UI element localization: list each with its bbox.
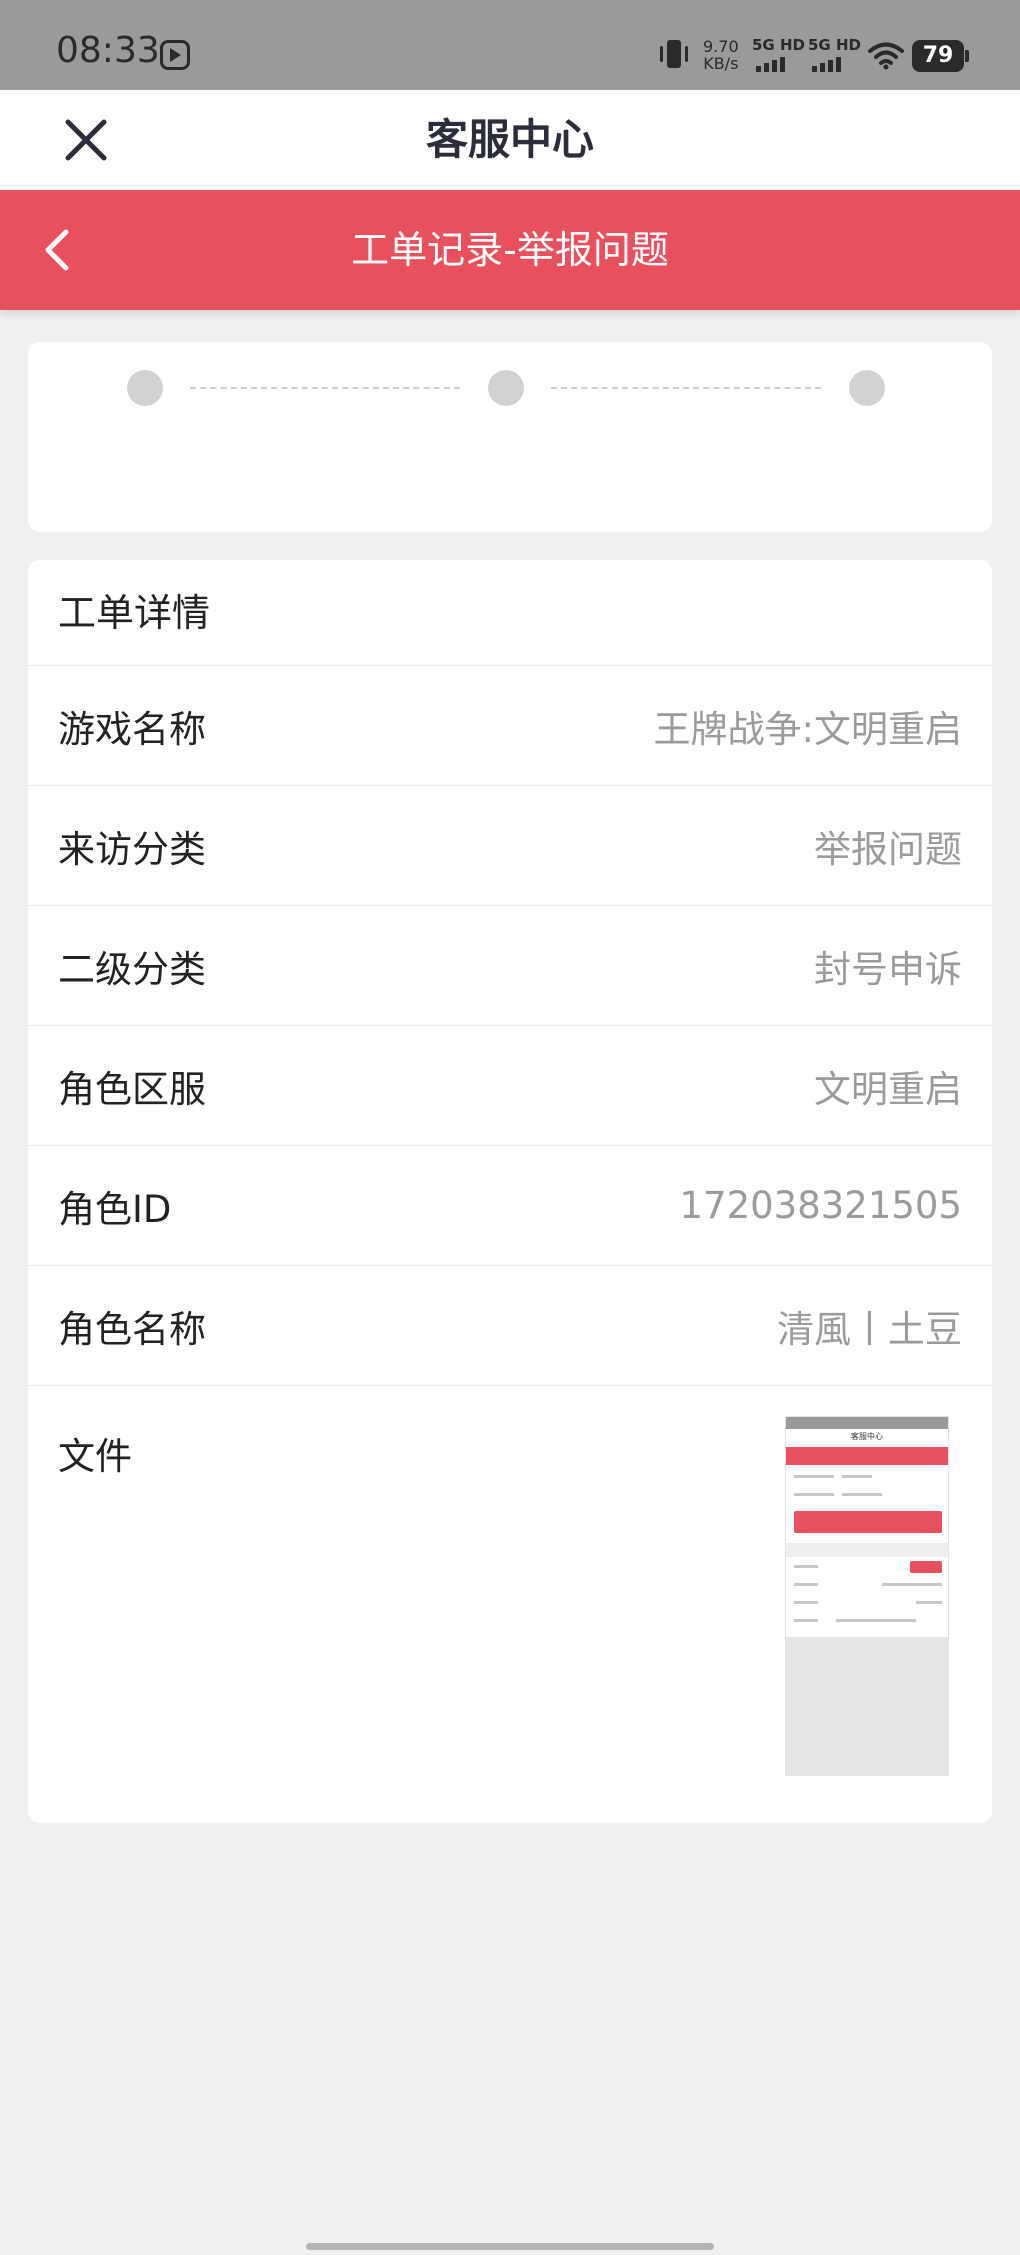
thumbnail-text-line: [842, 1475, 872, 1478]
thumbnail-header: [786, 1447, 948, 1465]
signal-sim2: 5G HD: [808, 36, 864, 72]
thumbnail-text-line: [916, 1601, 942, 1604]
network-speed-value: 9.70: [703, 37, 739, 56]
row-label: 角色名称: [58, 1307, 206, 1351]
section-title: 工单记录-举报问题: [351, 228, 669, 272]
detail-row-server: 角色区服 文明重启: [28, 1026, 992, 1146]
row-value: 172038321505: [679, 1184, 963, 1227]
network-speed-unit: KB/s: [703, 54, 739, 73]
progress-connector: [551, 387, 821, 389]
battery-indicator: 79: [912, 40, 969, 72]
wifi-icon: [868, 42, 904, 70]
detail-row-file: 文件 客服中心: [28, 1386, 992, 1806]
thumbnail-text-line: [794, 1475, 834, 1478]
thumbnail-text-line: [794, 1619, 818, 1622]
thumbnail-section: [786, 1543, 948, 1557]
thumbnail-text-line: [794, 1565, 818, 1568]
chevron-left-icon[interactable]: [38, 224, 78, 276]
screen-record-icon: [160, 40, 190, 70]
row-value: 王牌战争:文明重启: [653, 707, 962, 751]
app-bar: 客服中心: [0, 90, 1020, 190]
card-heading: 工单详情: [28, 560, 992, 666]
row-label: 游戏名称: [58, 707, 206, 751]
thumbnail-text-line: [794, 1583, 818, 1586]
close-icon[interactable]: [60, 114, 112, 166]
detail-row-visit-category: 来访分类 举报问题: [28, 786, 992, 906]
row-value: 封号申诉: [814, 947, 962, 991]
vibrate-icon: [660, 40, 688, 68]
signal-bars-icon: [812, 56, 841, 72]
detail-row-role-id: 角色ID 172038321505: [28, 1146, 992, 1266]
progress-step-3: [849, 370, 885, 406]
detail-row-subcategory: 二级分类 封号申诉: [28, 906, 992, 1026]
signal-sim1-label: 5G HD: [752, 36, 805, 54]
row-value: 文明重启: [814, 1067, 962, 1111]
row-value: 清風丨土豆: [777, 1307, 962, 1351]
signal-sim2-label: 5G HD: [808, 36, 861, 54]
row-label: 来访分类: [58, 827, 206, 871]
signal-sim1: 5G HD: [752, 36, 808, 72]
ticket-detail-card: 工单详情 游戏名称 王牌战争:文明重启 来访分类 举报问题 二级分类 封号申诉 …: [28, 560, 992, 1823]
progress-card: [28, 342, 992, 532]
section-header: 工单记录-举报问题: [0, 190, 1020, 310]
row-label: 角色区服: [58, 1067, 206, 1111]
attachment-thumbnail[interactable]: 客服中心: [785, 1416, 949, 1776]
row-label: 角色ID: [58, 1187, 172, 1231]
home-indicator[interactable]: [306, 2243, 714, 2250]
status-bar: 08:33 9.70 KB/s 5G HD 5G HD 79: [0, 0, 1020, 90]
thumbnail-title: 客服中心: [851, 1432, 883, 1441]
thumbnail-button: [794, 1511, 942, 1533]
thumbnail-status-bar: [786, 1417, 948, 1429]
thumbnail-text-line: [842, 1493, 882, 1496]
signal-bars-icon: [756, 56, 785, 72]
progress-step-2: [488, 370, 524, 406]
detail-row-role-name: 角色名称 清風丨土豆: [28, 1266, 992, 1386]
network-speed: 9.70 KB/s: [703, 38, 739, 72]
row-label: 二级分类: [58, 947, 206, 991]
row-label: 文件: [58, 1435, 132, 1478]
thumbnail-text-line: [836, 1619, 916, 1622]
progress-connector: [190, 387, 460, 389]
thumbnail-text-line: [794, 1493, 834, 1496]
detail-row-game-name: 游戏名称 王牌战争:文明重启: [28, 666, 992, 786]
row-value: 举报问题: [814, 827, 962, 871]
progress-step-1: [127, 370, 163, 406]
thumbnail-content-area: [786, 1637, 948, 1775]
thumbnail-text-line: [794, 1601, 818, 1604]
status-time: 08:33: [56, 30, 160, 71]
thumbnail-pill: [910, 1561, 942, 1573]
page-title: 客服中心: [425, 115, 594, 164]
thumbnail-text-line: [882, 1583, 942, 1586]
